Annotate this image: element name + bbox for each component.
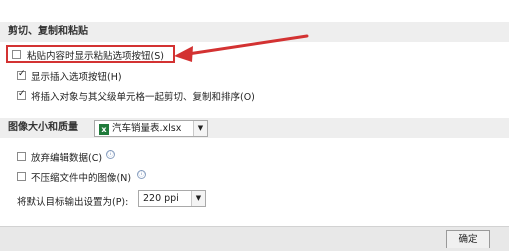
default-output-label: 将默认目标输出设置为(P): [17,197,129,208]
red-arrow-annotation [174,34,309,62]
show-paste-options-checkbox[interactable] [12,50,21,59]
cut-copy-sort-objects-checkbox[interactable] [17,89,26,100]
show-insert-options-checkbox[interactable] [17,69,26,80]
image-size-quality-header: 图像大小和质量 [0,118,509,138]
show-paste-options-label: 粘贴内容时显示粘贴选项按钮(S) [27,51,164,62]
ppi-select-dropdown[interactable]: 220 ppi ▼ [138,190,206,207]
do-not-compress-images-checkbox[interactable] [17,172,26,181]
file-select-value: 汽车销量表.xlsx [112,123,182,134]
dialog-footer [0,226,509,251]
excel-file-icon: x [99,124,109,135]
file-select-dropdown[interactable]: x 汽车销量表.xlsx ▼ [94,120,208,137]
chevron-down-icon[interactable]: ▼ [193,121,207,136]
ppi-select-value: 220 ppi [143,193,179,204]
info-icon: ⓘ [106,150,115,159]
cut-copy-sort-objects-label: 将插入对象与其父级单元格一起剪切、复制和排序(O) [31,92,255,103]
show-insert-options-label: 显示插入选项按钮(H) [31,72,122,83]
info-icon: ⓘ [137,170,146,179]
chevron-down-icon[interactable]: ▼ [191,191,205,206]
discard-editing-data-label: 放弃编辑数据(C) [31,153,103,164]
discard-editing-data-checkbox[interactable] [17,152,26,161]
do-not-compress-images-label: 不压缩文件中的图像(N) [31,173,132,184]
ok-button[interactable]: 确定 [446,230,490,248]
